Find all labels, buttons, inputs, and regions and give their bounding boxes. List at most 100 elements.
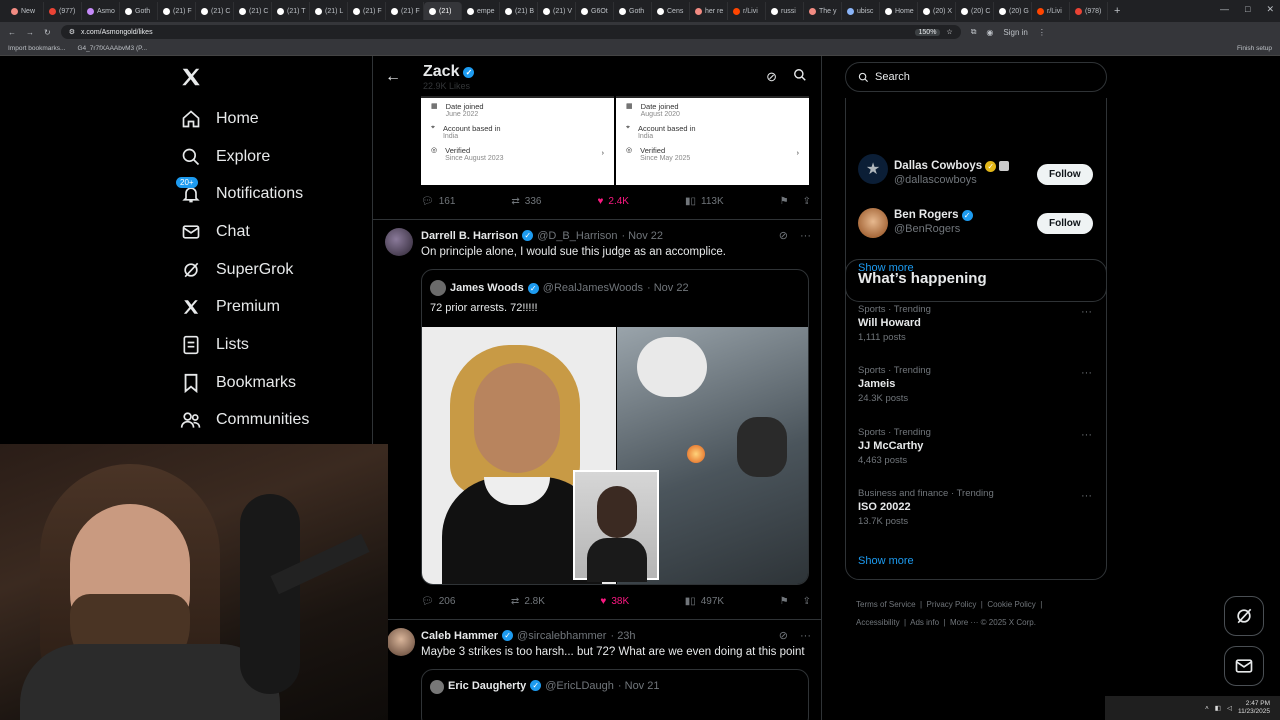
profile-icon[interactable]: ◉: [986, 28, 993, 37]
zoom-level[interactable]: 150%: [914, 28, 941, 36]
browser-tab[interactable]: (21) C: [234, 2, 272, 20]
grok-floating-button[interactable]: [1224, 596, 1264, 636]
sign-in-button[interactable]: Sign in: [1003, 28, 1027, 37]
trend-item[interactable]: Sports · Trending Jameis 24.3K posts ···: [858, 365, 1098, 404]
quote-tweet[interactable]: James Woods ✓ @RealJamesWoods · Nov 22 7…: [421, 269, 809, 585]
maximize-icon[interactable]: □: [1245, 4, 1250, 15]
nav-chat[interactable]: Chat: [170, 213, 370, 251]
browser-tab[interactable]: (21): [424, 2, 462, 20]
chevron-up-icon[interactable]: ˄: [1205, 705, 1209, 712]
repost-button[interactable]: ⇄ 2.8K: [511, 596, 545, 607]
close-icon[interactable]: ✕: [1266, 4, 1274, 15]
trend-item[interactable]: Business and finance · Trending ISO 2002…: [858, 488, 1098, 527]
nav-home[interactable]: Home: [170, 100, 370, 138]
browser-tab[interactable]: ubisc: [842, 2, 880, 20]
like-button[interactable]: ♥ 2.4K: [597, 196, 629, 207]
browser-tab[interactable]: Cens: [652, 2, 690, 20]
menu-icon[interactable]: ⋮: [1038, 28, 1046, 37]
trend-item[interactable]: Sports · Trending JJ McCarthy 4,463 post…: [858, 427, 1098, 466]
tweet-author-name[interactable]: Caleb Hammer: [421, 630, 498, 642]
tweet-author-handle[interactable]: @D_B_Harrison: [537, 230, 617, 242]
browser-tab[interactable]: G6Ot: [576, 2, 614, 20]
quote-tweet[interactable]: Eric Daugherty ✓ @EricLDaugh · Nov 21: [421, 669, 809, 720]
bookmark-icon[interactable]: ⚑: [780, 196, 789, 207]
tweet-author-handle[interactable]: @sircalebhammer: [517, 630, 606, 642]
footer-link[interactable]: Terms of Service: [856, 600, 916, 609]
more-icon[interactable]: ···: [1081, 306, 1092, 318]
more-icon[interactable]: ···: [800, 230, 811, 242]
footer-link[interactable]: Ads info: [910, 618, 939, 627]
bookmark-import[interactable]: Import bookmarks...: [8, 45, 65, 52]
grok-icon[interactable]: ⊘: [779, 629, 788, 642]
network-icon[interactable]: ◧: [1215, 704, 1221, 712]
minimize-icon[interactable]: —: [1220, 4, 1229, 15]
browser-tab[interactable]: russi: [766, 2, 804, 20]
footer-link[interactable]: More ···: [950, 618, 978, 627]
more-icon[interactable]: ···: [1081, 367, 1092, 379]
finish-setup-button[interactable]: Finish setup: [1237, 45, 1272, 52]
account-name[interactable]: Ben Rogers: [894, 209, 959, 221]
share-icon[interactable]: ⇪: [803, 596, 811, 607]
footer-link[interactable]: Privacy Policy: [927, 600, 977, 609]
browser-tab[interactable]: Home: [880, 2, 918, 20]
browser-tab[interactable]: (978): [1070, 2, 1108, 20]
browser-tab[interactable]: New: [6, 2, 44, 20]
more-icon[interactable]: ···: [800, 630, 811, 642]
browser-tab[interactable]: (21) F: [348, 2, 386, 20]
browser-tab[interactable]: (21) C: [196, 2, 234, 20]
browser-tab[interactable]: her re: [690, 2, 728, 20]
views-button[interactable]: ▮▯ 113K: [685, 196, 724, 207]
repost-button[interactable]: ⇄ 336: [511, 196, 541, 207]
nav-lists[interactable]: Lists: [170, 326, 370, 364]
browser-tab[interactable]: (21) F: [386, 2, 424, 20]
back-arrow-icon[interactable]: ←: [385, 68, 401, 86]
nav-notifications[interactable]: 20+ Notifications: [170, 175, 370, 213]
url-bar[interactable]: ⚙ x.com/Asmongold/likes 150% ☆: [60, 25, 961, 39]
grok-icon[interactable]: ⊘: [779, 229, 788, 242]
browser-tab[interactable]: (21) V: [538, 2, 576, 20]
browser-tab[interactable]: (21) T: [272, 2, 310, 20]
avatar[interactable]: [858, 208, 888, 238]
follow-button[interactable]: Follow: [1037, 164, 1093, 185]
back-icon[interactable]: ←: [8, 28, 16, 37]
like-button[interactable]: ♥ 38K: [600, 596, 629, 607]
more-icon[interactable]: ···: [1081, 490, 1092, 502]
browser-tab[interactable]: Asmo: [82, 2, 120, 20]
browser-tab[interactable]: (21) F: [158, 2, 196, 20]
browser-tab[interactable]: empe: [462, 2, 500, 20]
footer-link[interactable]: Accessibility: [856, 618, 900, 627]
nav-supergrok[interactable]: SuperGrok: [170, 251, 370, 289]
more-icon[interactable]: ···: [1081, 429, 1092, 441]
grok-icon[interactable]: ⊘: [766, 69, 777, 85]
tweet-date[interactable]: · 23h: [610, 630, 635, 642]
browser-tab[interactable]: r/Livi: [1032, 2, 1070, 20]
volume-icon[interactable]: ◁: [1227, 704, 1232, 712]
bookmark-icon[interactable]: ⚑: [780, 596, 789, 607]
browser-tab[interactable]: (20) C: [956, 2, 994, 20]
avatar[interactable]: ★: [858, 154, 888, 184]
bookmark-item[interactable]: G4_7r7fXAAAbvM3 (P...: [77, 45, 147, 52]
search-icon[interactable]: [793, 68, 807, 87]
nav-explore[interactable]: Explore: [170, 138, 370, 176]
reload-icon[interactable]: ↻: [44, 28, 51, 37]
views-button[interactable]: ▮▯ 497K: [685, 596, 724, 607]
search-input[interactable]: Search: [845, 62, 1107, 92]
star-icon[interactable]: ☆: [946, 28, 952, 36]
reply-button[interactable]: 💬︎ 206: [421, 596, 455, 607]
messages-floating-button[interactable]: [1224, 646, 1264, 686]
avatar[interactable]: [387, 628, 415, 656]
browser-tab[interactable]: (977): [44, 2, 82, 20]
avatar[interactable]: [385, 228, 413, 256]
browser-tab[interactable]: (20) G: [994, 2, 1032, 20]
browser-tab[interactable]: (21) B: [500, 2, 538, 20]
tweet-author-name[interactable]: Darrell B. Harrison: [421, 230, 518, 242]
browser-tab[interactable]: (20) X: [918, 2, 956, 20]
nav-premium[interactable]: Premium: [170, 288, 370, 326]
footer-link[interactable]: Cookie Policy: [987, 600, 1035, 609]
share-icon[interactable]: ⇪: [803, 196, 811, 207]
nav-communities[interactable]: Communities: [170, 402, 370, 440]
browser-tab[interactable]: Goth: [614, 2, 652, 20]
new-tab-button[interactable]: +: [1114, 5, 1120, 17]
browser-tab[interactable]: r/Livi: [728, 2, 766, 20]
site-info-icon[interactable]: ⚙: [69, 28, 75, 36]
